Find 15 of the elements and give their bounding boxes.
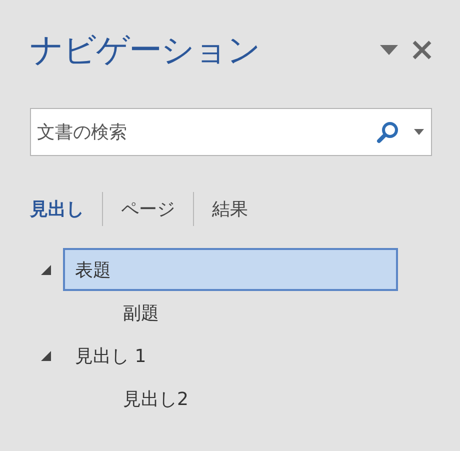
- outline-item[interactable]: 副題: [111, 291, 171, 334]
- pane-title: ナビゲーション: [30, 28, 260, 70]
- tab[interactable]: ページ: [102, 192, 193, 226]
- expanded-triangle-icon[interactable]: [40, 350, 52, 362]
- tab[interactable]: 結果: [193, 192, 266, 226]
- dropdown-arrow-icon[interactable]: [414, 129, 424, 135]
- tab[interactable]: 見出し: [30, 192, 102, 226]
- close-icon[interactable]: [412, 40, 432, 60]
- expanded-triangle-icon[interactable]: [40, 264, 52, 276]
- outline-item[interactable]: 表題: [63, 248, 398, 291]
- outline-item[interactable]: 見出し2: [111, 377, 200, 420]
- search-icon[interactable]: [376, 120, 400, 144]
- dropdown-arrow-icon[interactable]: [380, 45, 398, 55]
- outline-item[interactable]: 見出し 1: [63, 334, 158, 377]
- search-field[interactable]: 文書の検索: [30, 108, 432, 156]
